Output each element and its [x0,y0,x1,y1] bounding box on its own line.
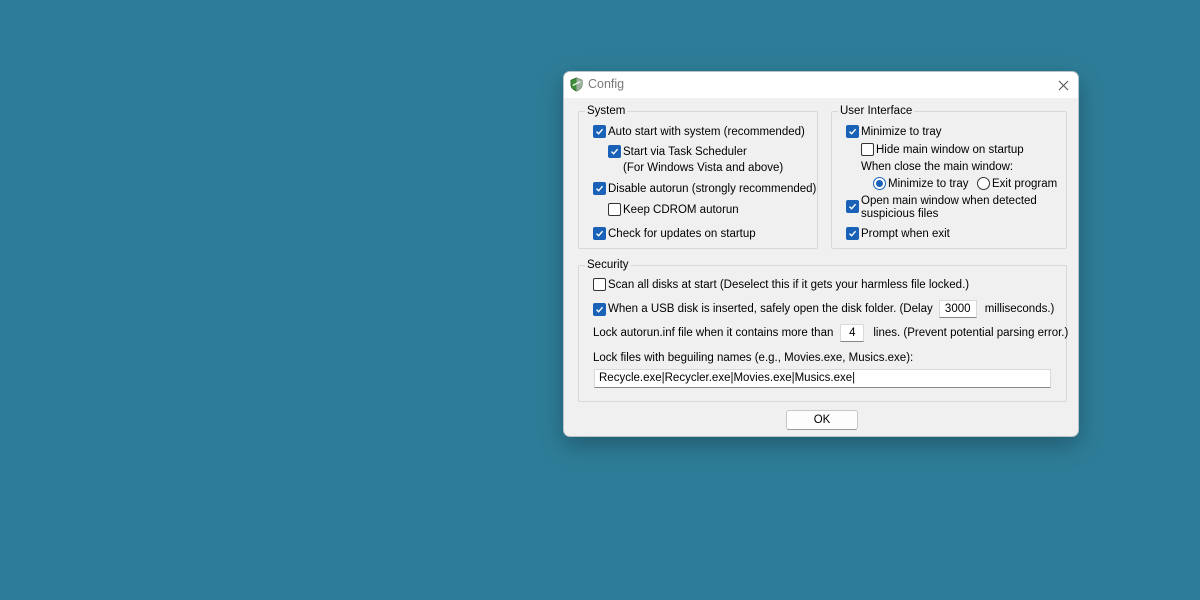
usb-open-checkbox[interactable]: When a USB disk is inserted, safely open… [593,300,1054,318]
prompt-exit-checkbox[interactable]: Prompt when exit [846,227,950,240]
user-interface-group-label: User Interface [838,105,915,118]
disable-autorun-checkbox[interactable]: Disable autorun (strongly recommended) [593,182,816,195]
auto-start-checkbox[interactable]: Auto start with system (recommended) [593,125,805,138]
minimize-tray-label: Minimize to tray [861,125,942,138]
close-behavior-text: When close the main window: [861,161,1014,173]
checkbox-box[interactable] [846,125,859,138]
lock-lines-input[interactable]: 4 [840,324,865,342]
check-updates-checkbox[interactable]: Check for updates on startup [593,227,756,240]
task-scheduler-label: Start via Task Scheduler [623,145,747,158]
prompt-exit-label: Prompt when exit [861,227,950,240]
ok-button[interactable]: OK [786,410,858,430]
hide-main-label: Hide main window on startup [876,143,1024,156]
lock-names-row: Lock files with beguiling names (e.g., M… [593,352,913,364]
radio-circle[interactable] [977,177,990,190]
disable-autorun-label: Disable autorun (strongly recommended) [608,182,817,195]
close-minimize-label: Minimize to tray [888,177,969,190]
checkbox-box[interactable] [608,145,621,158]
lock-autorun-label: Lock autorun.inf file when it contains m… [593,327,834,339]
config-dialog: Config System Auto start with system (re… [563,71,1079,437]
radio-circle[interactable] [873,177,886,190]
open-main-label-line2: suspicious files [861,208,939,220]
title-bar[interactable]: Config [564,72,1078,98]
lock-names-input[interactable]: Recycle.exe|Recycler.exe|Movies.exe|Musi… [594,369,1051,388]
keep-cdrom-label: Keep CDROM autorun [623,203,739,216]
open-main-label-line1: Open main window when detected [861,195,1037,207]
keep-cdrom-checkbox[interactable]: Keep CDROM autorun [608,203,739,216]
task-scheduler-note: (For Windows Vista and above) [623,162,783,174]
system-group: System Auto start with system (recommend… [578,105,818,249]
window-title: Config [588,77,625,91]
lock-autorun-row: Lock autorun.inf file when it contains m… [593,324,1068,342]
usb-open-label: When a USB disk is inserted, safely open… [608,303,933,315]
shield-icon [570,77,583,92]
scan-all-label: Scan all disks at start (Deselect this i… [608,278,970,291]
lock-names-label: Lock files with beguiling names (e.g., M… [593,352,914,364]
close-behavior-label: When close the main window: [861,161,1013,173]
lock-lines-unit: lines. (Prevent potential parsing error.… [873,327,1069,339]
task-scheduler-note-text: (For Windows Vista and above) [623,162,784,174]
checkbox-box[interactable] [593,278,606,291]
close-exit-radio[interactable]: Exit program [977,177,1057,190]
close-exit-label: Exit program [992,177,1058,190]
task-scheduler-checkbox[interactable]: Start via Task Scheduler [608,145,747,158]
checkbox-box[interactable] [593,227,606,240]
checkbox-box[interactable] [846,200,859,213]
checkbox-box[interactable] [593,182,606,195]
usb-delay-unit: milliseconds.) [984,303,1055,315]
checkbox-box[interactable] [608,203,621,216]
scan-all-checkbox[interactable]: Scan all disks at start (Deselect this i… [593,278,969,291]
user-interface-group: User Interface Minimize to tray Hide mai… [831,105,1067,249]
usb-delay-input[interactable]: 3000 [938,300,977,318]
security-group-label: Security [585,259,631,272]
minimize-tray-checkbox[interactable]: Minimize to tray [846,125,942,138]
checkbox-box[interactable] [593,302,606,316]
checkbox-box[interactable] [861,143,874,156]
open-main-checkbox[interactable]: Open main window when detected suspiciou… [846,195,1037,221]
hide-main-checkbox[interactable]: Hide main window on startup [861,143,1024,156]
check-updates-label: Check for updates on startup [608,227,756,240]
close-button[interactable] [1048,72,1078,98]
checkbox-box[interactable] [593,125,606,138]
close-icon [1058,80,1068,90]
checkbox-box[interactable] [846,227,859,240]
open-main-label: Open main window when detected suspiciou… [861,195,1037,221]
auto-start-label: Auto start with system (recommended) [608,125,805,138]
security-group: Security Scan all disks at start (Desele… [578,259,1068,402]
system-group-label: System [585,105,628,118]
close-minimize-radio[interactable]: Minimize to tray [873,177,969,190]
